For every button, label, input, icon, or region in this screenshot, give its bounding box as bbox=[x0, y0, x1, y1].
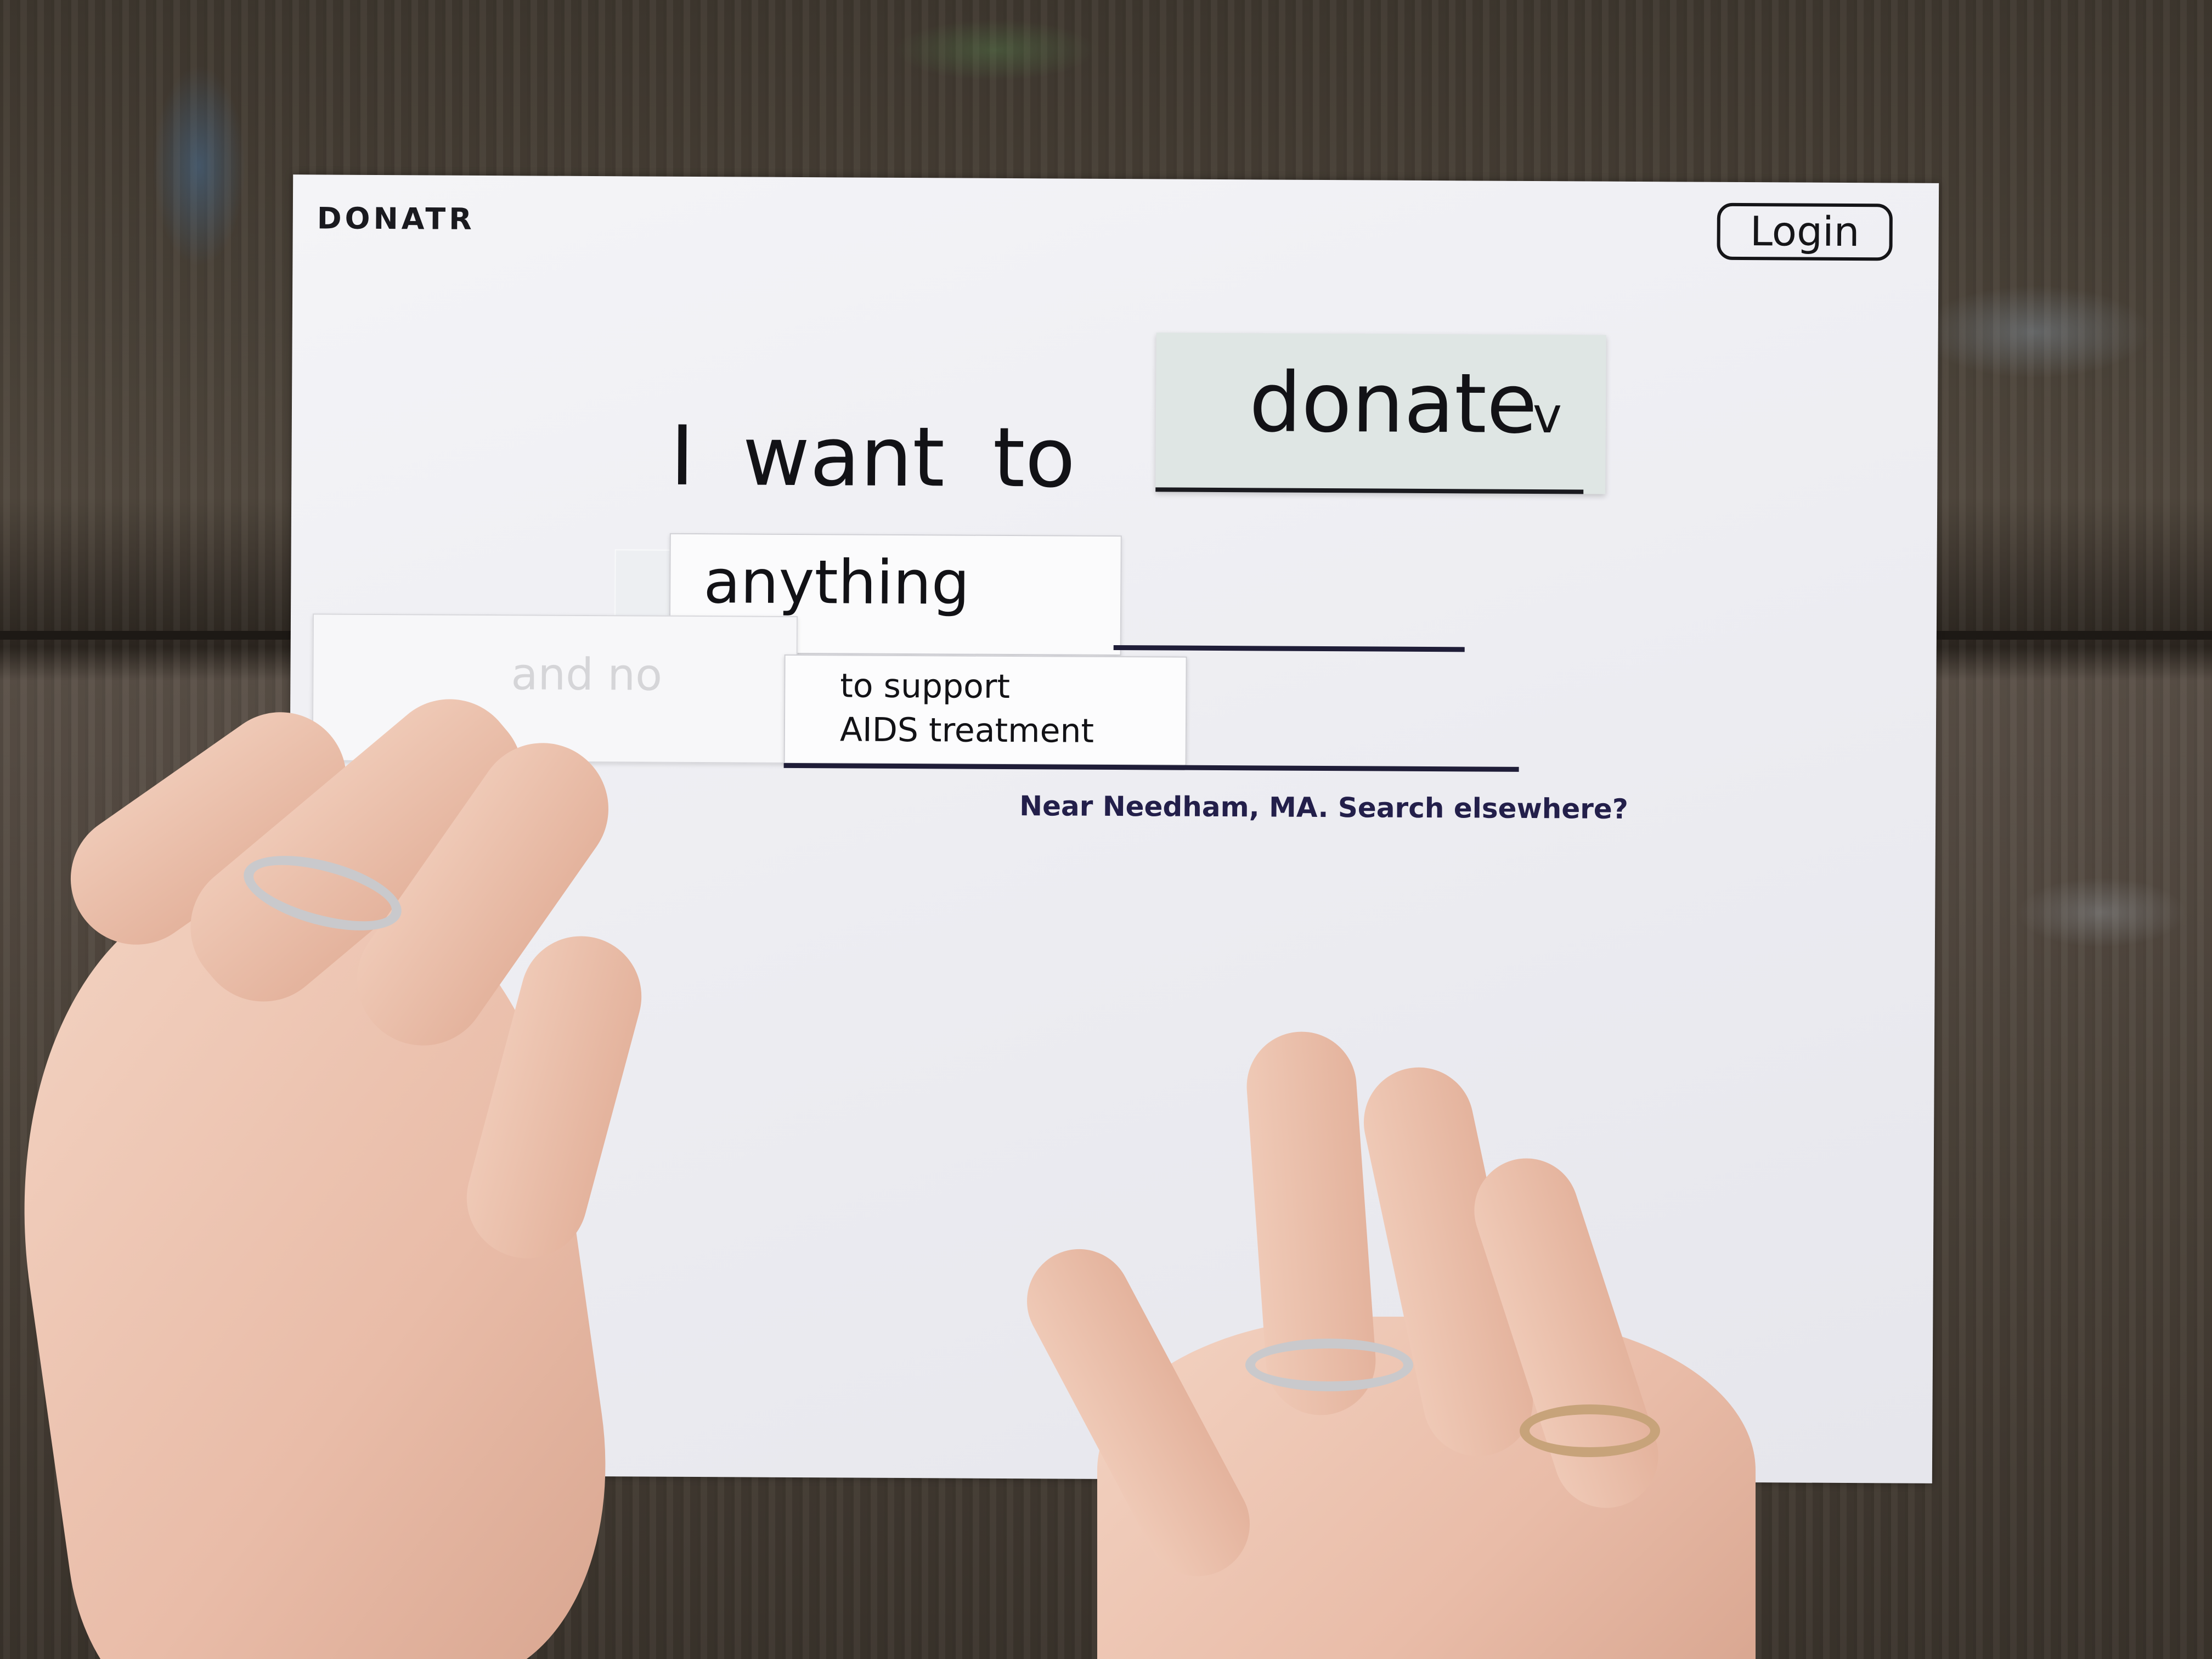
action-dropdown[interactable]: donate v bbox=[1155, 332, 1606, 494]
faded-option-text: and no bbox=[511, 648, 663, 701]
cause-line-1: to support bbox=[840, 667, 1011, 707]
cause-field[interactable]: to support AIDS treatment bbox=[783, 654, 1187, 766]
cause-line-2: AIDS treatment bbox=[839, 710, 1094, 751]
what-field-underline bbox=[1113, 645, 1465, 652]
location-row: Near Needham, MA. Search elsewhere? bbox=[1019, 790, 1628, 825]
silver-ring bbox=[1245, 1339, 1413, 1391]
location-text: Near Needham, MA. bbox=[1019, 790, 1329, 824]
search-elsewhere-link[interactable]: Search elsewhere? bbox=[1338, 792, 1628, 825]
dropdown-underline bbox=[1155, 487, 1584, 494]
gold-ring bbox=[1520, 1404, 1660, 1457]
sentence-prefix: I want to bbox=[670, 408, 1076, 506]
chevron-down-icon[interactable]: v bbox=[1532, 387, 1562, 444]
app-logo: DONATR bbox=[317, 201, 475, 236]
login-button[interactable]: Login bbox=[1717, 202, 1893, 261]
what-field-value: anything bbox=[703, 546, 970, 618]
action-dropdown-value: donate bbox=[1249, 355, 1538, 453]
